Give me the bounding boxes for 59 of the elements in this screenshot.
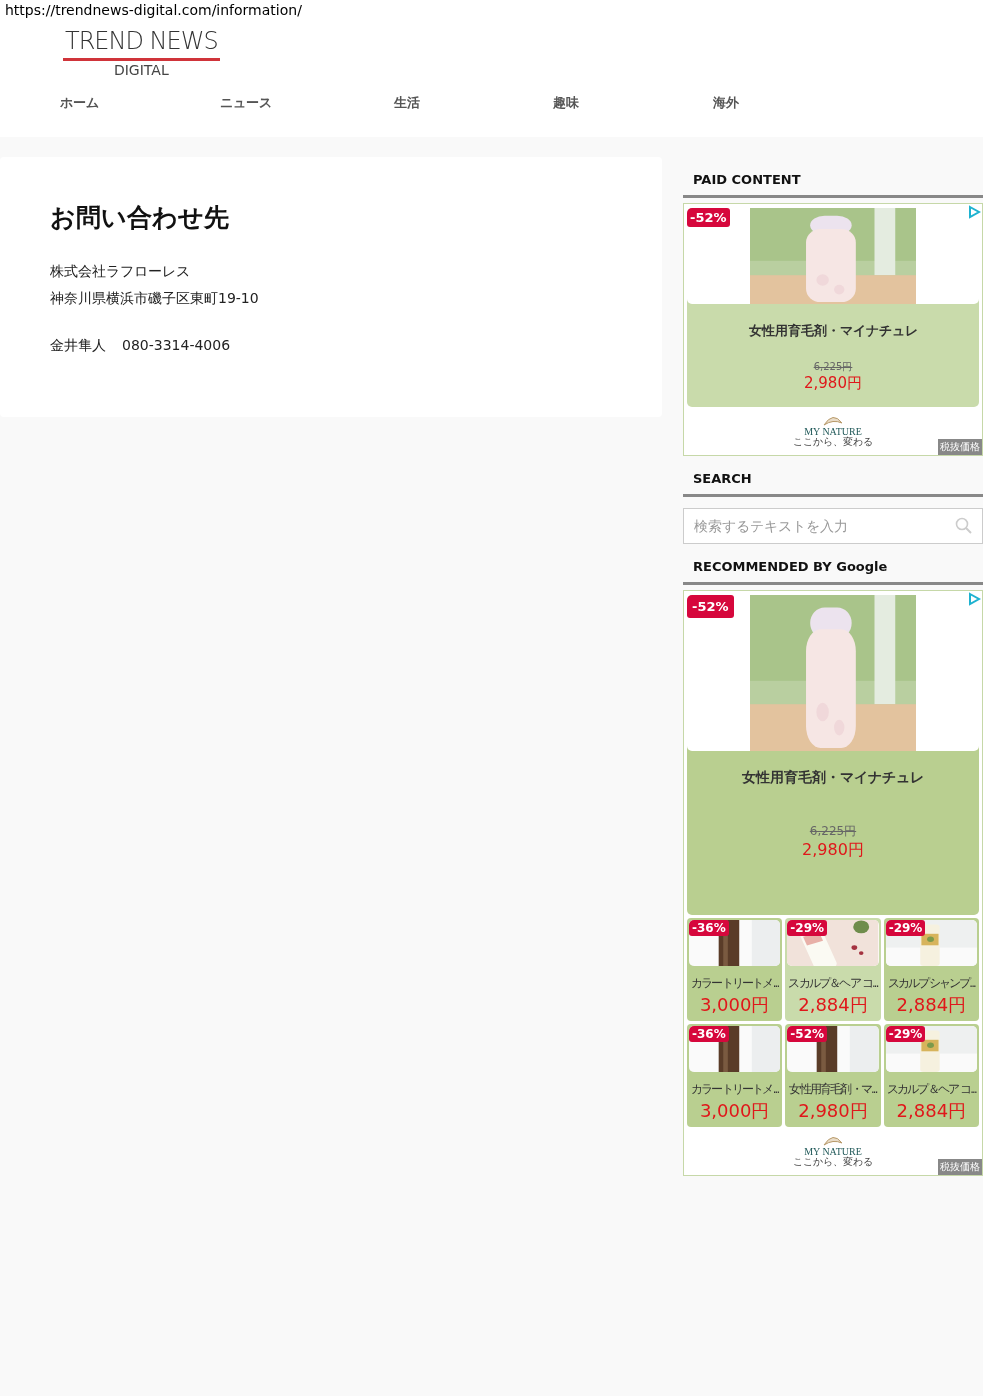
original-price: 6,225円 bbox=[812, 360, 854, 374]
product-name: 女性用育毛剤・マイナチュレ bbox=[747, 322, 919, 340]
phone-number: 080-3314-4006 bbox=[122, 336, 231, 355]
brand-logo[interactable]: MY NATURE ここから、変わる bbox=[793, 1135, 873, 1167]
widget-heading: RECOMMENDED BY Google bbox=[683, 544, 983, 585]
sale-price: 3,000円 bbox=[698, 993, 771, 1017]
brand-logo[interactable]: MY NATURE ここから、変わる bbox=[793, 415, 873, 447]
tax-label: 税抜価格 bbox=[938, 439, 982, 455]
product-card[interactable]: -29% スカルプ＆ヘア コ... 2,884円 bbox=[883, 1024, 979, 1127]
nav-link[interactable]: ホーム bbox=[60, 94, 220, 112]
nav-link[interactable]: 海外 bbox=[713, 94, 873, 112]
discount-badge: -52% bbox=[687, 595, 734, 618]
product-card[interactable]: -29% スカルプシャンプ... 2,884円 bbox=[883, 918, 979, 1021]
product-name: カラートリートメ... bbox=[690, 976, 780, 991]
address-line: 神奈川県横浜市磯子区東町19-10 bbox=[50, 290, 259, 306]
site-logo[interactable]: TREND NEWS DIGITAL bbox=[63, 26, 220, 78]
nav-link[interactable]: 趣味 bbox=[553, 94, 713, 112]
nav-link[interactable]: 生活 bbox=[394, 94, 553, 112]
ad-choices-icon[interactable] bbox=[967, 205, 981, 219]
discount-badge: -29% bbox=[885, 1026, 926, 1042]
sale-price: 2,980円 bbox=[797, 1099, 869, 1123]
product-card[interactable]: -52% 女性用育毛剤・マ... 2,980円 bbox=[785, 1024, 881, 1127]
product-card[interactable]: -29% スカルプ＆ヘア コ... 2,884円 bbox=[785, 918, 881, 1021]
discount-badge: -29% bbox=[787, 920, 828, 936]
original-price: 6,225円 bbox=[808, 823, 858, 840]
page-url: https://trendnews-digital.com/information/ bbox=[4, 1, 303, 20]
sale-price: 3,000円 bbox=[698, 1099, 771, 1123]
discount-badge: -36% bbox=[689, 1026, 729, 1042]
ad-choices-icon[interactable] bbox=[967, 592, 981, 606]
discount-badge: -29% bbox=[885, 920, 926, 936]
product-name: 女性用育毛剤・マ... bbox=[788, 1082, 879, 1097]
address-line: 株式会社ラフローレス bbox=[50, 263, 190, 279]
search-icon[interactable] bbox=[955, 517, 973, 535]
product-card[interactable]: -52% 女性用育毛剤・マイナチュレ 6,225円 2,980円 bbox=[687, 595, 979, 915]
sale-price: 2,884円 bbox=[895, 1099, 968, 1123]
product-name: 女性用育毛剤・マイナチュレ bbox=[741, 769, 925, 787]
sale-price: 2,980円 bbox=[803, 374, 863, 393]
product-card[interactable]: -36% カラートリートメ... 3,000円 bbox=[687, 1024, 783, 1127]
ad-panel[interactable] bbox=[683, 590, 983, 1176]
sale-price: 2,884円 bbox=[797, 993, 869, 1017]
product-card[interactable]: -36% カラートリートメ... 3,000円 bbox=[687, 918, 783, 1021]
sale-price: 2,980円 bbox=[801, 840, 865, 861]
nav-link[interactable]: ニュース bbox=[220, 94, 394, 112]
product-name: スカルプ＆ヘア コ... bbox=[787, 976, 879, 991]
page-title: お問い合わせ先 bbox=[50, 202, 230, 234]
widget-heading: SEARCH bbox=[683, 456, 983, 497]
contact-name: 金井隼人 bbox=[50, 336, 106, 355]
product-card[interactable]: -52% 女性用育毛剤・マイナチュレ 6,225円 2,980円 bbox=[687, 208, 979, 407]
product-name: スカルプ＆ヘア コ... bbox=[885, 1082, 978, 1097]
discount-badge: -52% bbox=[787, 1026, 828, 1042]
ad-panel[interactable]: -52% 女性用育毛剤・マイナチュレ 6,225円 2,980円 MY NATURE ここから、変わる 税抜価格 bbox=[683, 203, 983, 456]
widget-heading: PAID CONTENT bbox=[683, 157, 983, 198]
sale-price: 2,884円 bbox=[895, 993, 968, 1017]
product-name: スカルプシャンプ... bbox=[886, 976, 977, 991]
product-name: カラートリートメ... bbox=[690, 1082, 780, 1097]
discount-badge: -36% bbox=[689, 920, 729, 936]
tax-label: 税抜価格 bbox=[938, 1159, 982, 1175]
search-field[interactable]: 検索するテキストを入力 bbox=[683, 508, 983, 544]
discount-badge: -52% bbox=[687, 208, 730, 227]
